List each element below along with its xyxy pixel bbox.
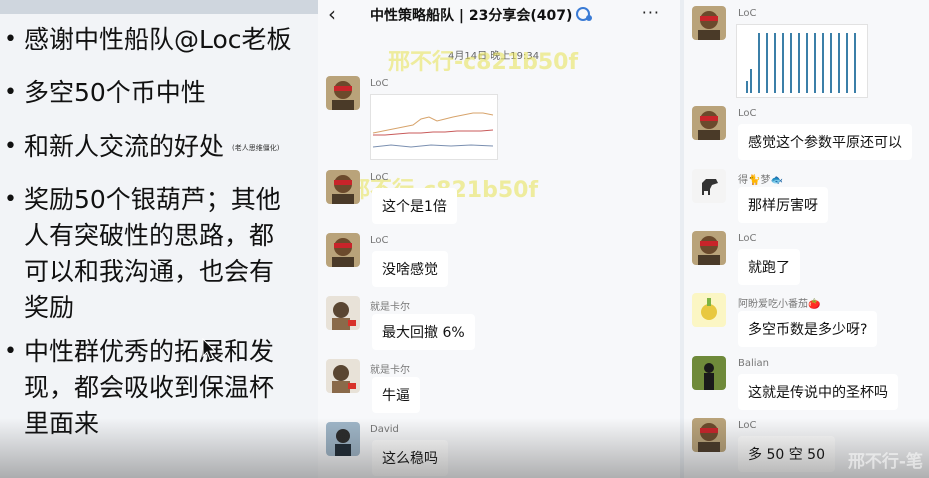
user-avatar[interactable]: [326, 296, 360, 330]
corner-watermark: 邢不行-笔: [847, 452, 923, 472]
user-avatar[interactable]: [326, 170, 360, 204]
sender-name: David: [370, 424, 399, 435]
user-avatar[interactable]: [692, 6, 726, 40]
chat-window-right: LoC LoC 感觉这个参数平原还可以 得🐈梦🐟 那样厉害呀 LoC 就跑了 阿…: [684, 0, 929, 478]
group-chat-icon: [576, 7, 592, 21]
bullet-text: 感谢中性船队@Loc老板: [24, 25, 292, 54]
bullet-text: 奖励50个银葫芦；其他人有突破性的思路，都可以和我沟通，也会有奖励: [24, 185, 281, 322]
watermark: 邢不行-c821b50f: [388, 50, 579, 75]
presentation-slide: • 感谢中性船队@Loc老板 • 多空50个币中性 • 和新人交流的好处 (老人…: [0, 0, 318, 478]
sender-name: LoC: [738, 420, 757, 431]
back-icon[interactable]: ‹: [328, 2, 336, 26]
sender-name: 得🐈梦🐟: [738, 175, 783, 186]
chart-image-thumbnail[interactable]: [370, 94, 498, 160]
bullet-dot: •: [4, 27, 17, 52]
message-bubble[interactable]: 多空币数是多少呀?: [738, 311, 878, 347]
message-bubble[interactable]: 多 50 空 50: [738, 436, 835, 472]
sender-name: LoC: [370, 78, 389, 89]
chat-title: 中性策略船队 | 23分享会(407): [370, 8, 573, 24]
user-avatar[interactable]: [692, 293, 726, 327]
user-avatar[interactable]: [326, 359, 360, 393]
user-avatar[interactable]: [692, 356, 726, 390]
user-avatar[interactable]: [326, 76, 360, 110]
sender-name: LoC: [738, 233, 757, 244]
bullet-dot: •: [4, 339, 17, 364]
message-bubble[interactable]: 感觉这个参数平原还可以: [738, 124, 912, 160]
sender-name: 就是卡尔: [370, 302, 410, 313]
bullet-note: (老人思维僵化): [231, 144, 280, 152]
bullet-dot: •: [4, 134, 17, 159]
user-avatar[interactable]: [326, 233, 360, 267]
message-bubble[interactable]: 这个是1倍: [372, 188, 457, 224]
sender-name: LoC: [370, 172, 389, 183]
message-bubble[interactable]: 牛逼: [372, 377, 420, 413]
bullet-text: 中性群优秀的拓展和发现，都会吸收到保温杯里面来: [24, 337, 275, 438]
message-bubble[interactable]: 就跑了: [738, 249, 800, 285]
sender-name: Balian: [738, 358, 770, 369]
sender-name: LoC: [738, 8, 757, 19]
chat-window-left: ‹ 中性策略船队 | 23分享会(407) ··· 4月14日 晚上19:34 …: [318, 0, 680, 478]
bullet-text: 和新人交流的好处: [24, 132, 225, 161]
more-options-icon[interactable]: ···: [642, 3, 660, 22]
slide-top-strip: [0, 0, 318, 14]
user-avatar[interactable]: [692, 106, 726, 140]
sender-name: 就是卡尔: [370, 365, 410, 376]
sender-name: LoC: [738, 108, 757, 119]
message-bubble[interactable]: 那样厉害呀: [738, 187, 828, 223]
user-avatar[interactable]: [692, 418, 726, 452]
message-bubble[interactable]: 这么稳吗: [372, 440, 448, 476]
user-avatar[interactable]: [692, 169, 726, 203]
message-bubble[interactable]: 这就是传说中的圣杯吗: [738, 374, 898, 410]
bullet-text-wrap: 和新人交流的好处 (老人思维僵化): [24, 129, 314, 166]
message-bubble[interactable]: 最大回撤 6%: [372, 314, 475, 350]
chart-image-thumbnail[interactable]: [736, 24, 868, 98]
bullet-text: 多空50个币中性: [24, 78, 206, 107]
bullet-dot: •: [4, 187, 17, 212]
user-avatar[interactable]: [692, 231, 726, 265]
bullet-dot: •: [4, 80, 17, 105]
sender-name: LoC: [370, 235, 389, 246]
mouse-cursor-icon: [202, 338, 216, 360]
message-bubble[interactable]: 没啥感觉: [372, 251, 448, 287]
user-avatar[interactable]: [326, 422, 360, 456]
sender-name: 阿盼爱吃小番茄🍅: [738, 299, 821, 310]
chat-header: ‹ 中性策略船队 | 23分享会(407) ···: [318, 0, 680, 30]
